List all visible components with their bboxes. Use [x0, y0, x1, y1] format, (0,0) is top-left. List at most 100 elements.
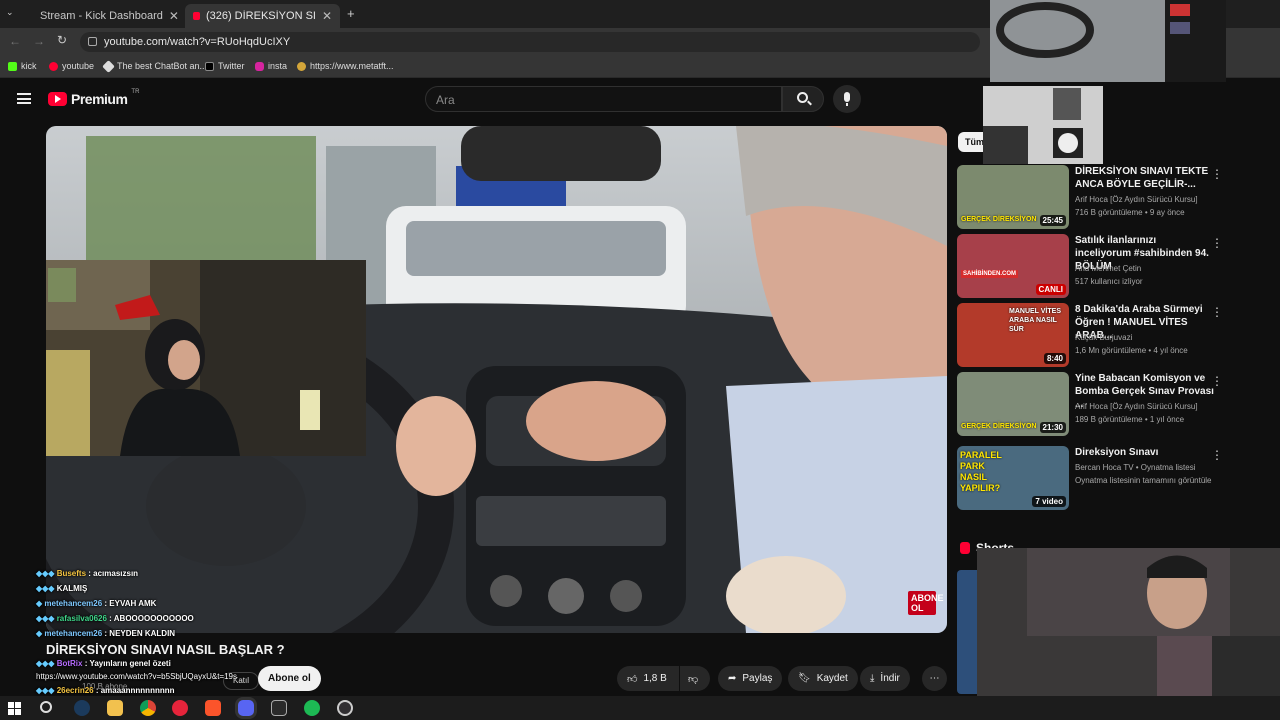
recommended-video[interactable]: SAHİBİNDEN.COM CANLI Satılık ilanlarınız…	[957, 234, 1227, 298]
shorts-icon	[960, 542, 970, 554]
chat-message: ◆◆◆ KALMIŞ	[36, 584, 87, 593]
brave-icon[interactable]	[205, 700, 221, 716]
bookmark-kick[interactable]: kick	[8, 61, 37, 71]
back-icon[interactable]: ←	[9, 34, 21, 48]
subscribe-button[interactable]: Abone ol	[258, 666, 321, 691]
like-button[interactable]: 👍︎ 1,8 B	[617, 666, 679, 691]
close-icon[interactable]: ✕	[322, 9, 332, 23]
close-icon[interactable]: ✕	[169, 9, 179, 23]
more-vertical-icon[interactable]: ⋮	[1211, 448, 1223, 462]
view-playlist-link[interactable]: Oynatma listesinin tamamını görüntüle	[1075, 476, 1225, 485]
hamburger-menu-icon[interactable]	[17, 93, 31, 104]
tab-search-icon[interactable]: ⌄	[6, 7, 20, 21]
share-icon: ➦	[728, 673, 737, 684]
more-vertical-icon[interactable]: ⋮	[1211, 374, 1223, 388]
bookmark-chatbot[interactable]: The best ChatBot an...	[102, 59, 207, 73]
video-title: DİREKSİYON SINAVI NASIL BAŞLAR ?	[46, 642, 285, 657]
share-button[interactable]: ➦ Paylaş	[718, 666, 783, 691]
channel-name: Arif Hoca [Öz Aydın Sürücü Kursu]	[1075, 402, 1198, 411]
playlist-title: Direksiyon Sınavı	[1075, 447, 1159, 458]
bookmark-twitter[interactable]: Twitter	[205, 61, 245, 71]
chat-text: ABOOOOOOOOOOO	[113, 614, 194, 623]
video-player[interactable]: ABONE OL	[46, 126, 947, 633]
reload-icon[interactable]: ↻	[57, 33, 67, 47]
download-icon: ⤓	[870, 673, 875, 684]
channel-name: And Mehmet Çetin	[1075, 264, 1142, 273]
subscribe-label: Abone ol	[268, 673, 311, 684]
microphone-icon	[844, 92, 850, 102]
channel-name: Arif Hoca [Öz Aydın Sürücü Kursu]	[1075, 195, 1198, 204]
bookmark-metatft[interactable]: https://www.metatft...	[297, 61, 394, 71]
streamer-webcam	[46, 260, 366, 456]
webcam-frame	[46, 260, 366, 456]
file-explorer-icon[interactable]	[107, 700, 123, 716]
chat-username: metehancem26	[44, 599, 103, 608]
recommended-video[interactable]: GERÇEK DİREKSİYON 25:45 DİREKSİYON SINAV…	[957, 165, 1227, 229]
thumb-caption: GERÇEK DİREKSİYON	[961, 216, 1037, 223]
more-vertical-icon[interactable]: ⋮	[1211, 305, 1223, 319]
abone-ol-watermark: ABONE OL	[908, 591, 944, 615]
youtube-play-icon	[48, 92, 67, 106]
video-thumbnail: GERÇEK DİREKSİYON 25:45	[957, 165, 1069, 229]
discord-icon[interactable]	[238, 700, 254, 716]
overlay-capture-frame	[983, 86, 1103, 164]
new-tab-button[interactable]: +	[347, 6, 355, 21]
badge-icons: ◆◆◆	[36, 659, 57, 668]
search-input[interactable]: Ara	[425, 86, 782, 112]
thumb-caption: SAHİBİNDEN.COM	[961, 270, 1019, 278]
search-button[interactable]	[782, 86, 824, 112]
chat-username: 26ecrin26	[56, 686, 94, 695]
search-icon[interactable]	[40, 701, 52, 713]
dislike-button[interactable]: 👎︎	[680, 666, 710, 691]
forward-icon[interactable]: →	[33, 34, 45, 48]
recommended-video[interactable]: GERÇEK DİREKSİYON 21:30 Yine Babacan Kom…	[957, 372, 1227, 436]
shorts-thumbnail[interactable]	[957, 570, 977, 694]
chat-text: EYVAH AMK	[109, 599, 157, 608]
logo-text: Premium	[71, 91, 128, 107]
more-actions-button[interactable]: ⋯	[922, 666, 947, 691]
tab-label: (326) DİREKSİYON SINAVI NASIL	[205, 10, 316, 22]
address-bar[interactable]: youtube.com/watch?v=RUoHqdUcIXY	[80, 32, 980, 52]
bookmark-youtube[interactable]: youtube	[49, 61, 94, 71]
bookmark-label: Twitter	[218, 61, 245, 71]
download-button[interactable]: ⤓ İndir	[860, 666, 910, 691]
video-thumbnail: SAHİBİNDEN.COM CANLI	[957, 234, 1069, 298]
chat-text: KALMIŞ	[56, 584, 88, 593]
chat-separator: :	[93, 686, 101, 695]
live-badge: CANLI	[1035, 284, 1066, 295]
media-player-icon[interactable]	[172, 700, 188, 716]
overlay-capture-frame	[990, 0, 1226, 82]
steam-icon[interactable]	[74, 700, 90, 716]
chat-message: ◆◆◆ BotRix : Yayınların genel özeti	[36, 659, 171, 668]
like-count: 1,8 B	[643, 673, 667, 684]
chat-username: BotRix	[56, 659, 83, 668]
spotify-icon[interactable]	[304, 700, 320, 716]
recommended-video[interactable]: MANUEL VİTES ARABA NASIL SÜR 8:40 8 Daki…	[957, 303, 1227, 367]
voice-search-button[interactable]	[833, 85, 861, 113]
windows-start-icon[interactable]	[8, 702, 21, 715]
epic-games-icon[interactable]	[271, 700, 287, 716]
obs-icon[interactable]	[337, 700, 353, 716]
chrome-icon[interactable]	[140, 700, 156, 716]
badge-icons: ◆◆◆	[36, 584, 57, 593]
bookmark-label: https://www.metatft...	[310, 61, 394, 71]
thumbs-up-icon: 👍︎	[627, 673, 638, 685]
thumbs-down-icon: 👎︎	[688, 673, 699, 685]
chat-username: Busefts	[56, 569, 87, 578]
channel-name: Küçük Burjuvazi	[1075, 333, 1133, 342]
tab-youtube-video[interactable]: (326) DİREKSİYON SINAVI NASIL ✕	[185, 4, 340, 28]
badge-icons: ◆◆◆	[36, 569, 57, 578]
more-vertical-icon[interactable]: ⋮	[1211, 167, 1223, 181]
bookmark-insta[interactable]: insta	[255, 61, 287, 71]
chat-link[interactable]: https://www.youtube.com/watch?v=b5SbjUQa…	[36, 672, 237, 681]
recommended-playlist[interactable]: PARALEL PARK NASIL YAPILIR? 7 video Dire…	[957, 446, 1227, 510]
tab-kick-dashboard[interactable]: Stream - Kick Dashboard ✕	[26, 4, 181, 28]
save-button[interactable]: 🔖︎ Kaydet	[788, 666, 858, 691]
playlist-count: 7 video	[1032, 496, 1066, 507]
youtube-logo[interactable]: Premium TR	[48, 89, 139, 107]
more-icon: ⋯	[929, 673, 940, 684]
more-vertical-icon[interactable]: ⋮	[1211, 236, 1223, 250]
save-label: Kaydet	[816, 673, 848, 684]
kick-icon	[8, 61, 17, 71]
chat-message: ◆ metehancem26 : EYVAH AMK	[36, 599, 156, 608]
